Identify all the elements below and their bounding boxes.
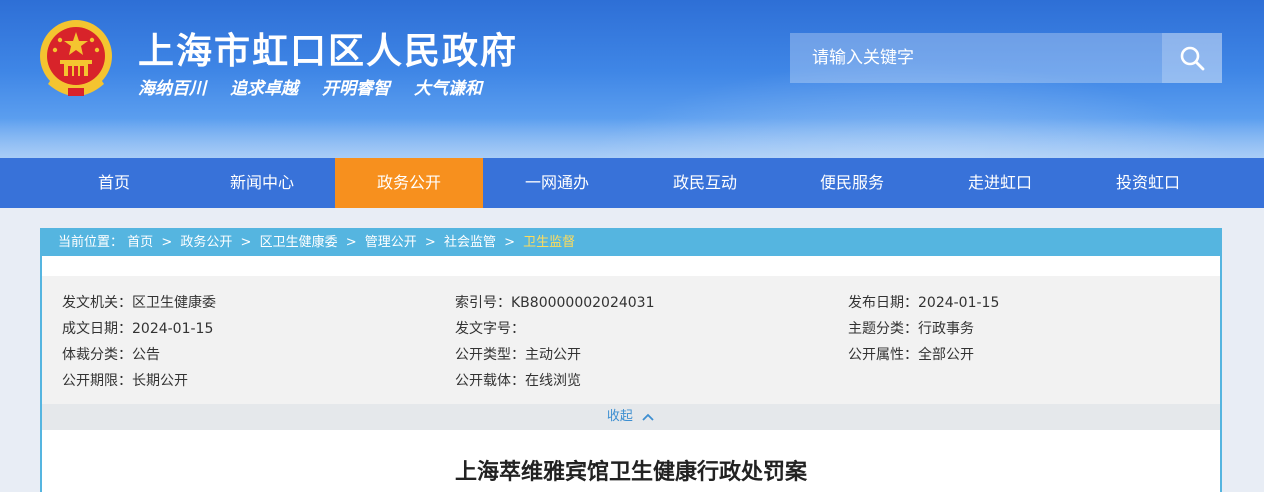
- site-title: 上海市虹口区人民政府: [138, 31, 519, 72]
- breadcrumb-prefix: 当前位置：: [58, 235, 124, 250]
- national-emblem-icon: [40, 20, 112, 96]
- meta-document-number: 发文字号：: [455, 321, 525, 337]
- search-button[interactable]: [1162, 33, 1222, 83]
- breadcrumb-link[interactable]: 管理公开: [365, 235, 417, 250]
- breadcrumb-link[interactable]: 政务公开: [180, 235, 232, 250]
- nav-item-gov-affairs[interactable]: 政务公开: [335, 158, 483, 208]
- slogan-phrase: 大气谦和: [414, 79, 482, 99]
- breadcrumb-current[interactable]: 卫生监督: [523, 235, 575, 250]
- nav-item-one-stop[interactable]: 一网通办: [483, 158, 631, 208]
- breadcrumb-separator: >: [424, 235, 436, 250]
- content-panel: 当前位置： 首页 > 政务公开 > 区卫生健康委 > 管理公开 > 社会监管 >…: [40, 228, 1222, 492]
- chevron-up-icon: [642, 413, 654, 421]
- meta-disclosure-period: 公开期限：长期公开: [62, 373, 188, 389]
- breadcrumb-separator: >: [240, 235, 252, 250]
- document-title: 上海萃维雅宾馆卫生健康行政处罚案: [454, 459, 807, 485]
- meta-index-number: 索引号：KB80000002024031: [455, 295, 655, 311]
- slogan-phrase: 海纳百川: [138, 79, 206, 99]
- slogan-phrase: 开明睿智: [322, 79, 390, 99]
- meta-disclosure-type: 公开类型：主动公开: [455, 347, 581, 363]
- document-metadata: 发文机关：区卫生健康委 索引号：KB80000002024031 发布日期：20…: [42, 276, 1220, 404]
- meta-disclosure-medium: 公开载体：在线浏览: [455, 373, 581, 389]
- nav-item-interaction[interactable]: 政民互动: [631, 158, 779, 208]
- search-icon: [1180, 46, 1205, 71]
- breadcrumb-link[interactable]: 区卫生健康委: [260, 235, 338, 250]
- meta-written-date: 成文日期：2024-01-15: [62, 321, 214, 337]
- nav-item-home[interactable]: 首页: [40, 158, 188, 208]
- meta-issuing-authority: 发文机关：区卫生健康委: [62, 295, 216, 311]
- breadcrumb: 当前位置： 首页 > 政务公开 > 区卫生健康委 > 管理公开 > 社会监管 >…: [42, 230, 1220, 256]
- slogan-phrase: 追求卓越: [230, 79, 298, 99]
- breadcrumb-separator: >: [504, 235, 516, 250]
- breadcrumb-separator: >: [161, 235, 173, 250]
- site-slogan: 海纳百川 追求卓越 开明睿智 大气谦和: [138, 74, 506, 99]
- site-header: 上海市虹口区人民政府 海纳百川 追求卓越 开明睿智 大气谦和: [0, 0, 1264, 158]
- meta-disclosure-attribute: 公开属性：全部公开: [848, 347, 974, 363]
- breadcrumb-link[interactable]: 社会监管: [444, 235, 496, 250]
- nav-item-invest[interactable]: 投资虹口: [1074, 158, 1222, 208]
- collapse-toggle[interactable]: 收起: [42, 404, 1220, 430]
- meta-topic: 主题分类：行政事务: [848, 321, 974, 337]
- meta-publish-date: 发布日期：2024-01-15: [848, 295, 1000, 311]
- collapse-label: 收起: [606, 409, 633, 424]
- nav-item-about[interactable]: 走进虹口: [926, 158, 1074, 208]
- nav-item-services[interactable]: 便民服务: [778, 158, 926, 208]
- breadcrumb-separator: >: [345, 235, 357, 250]
- main-nav: 首页 新闻中心 政务公开 一网通办 政民互动 便民服务 走进虹口 投资虹口: [0, 158, 1264, 208]
- breadcrumb-link[interactable]: 首页: [127, 235, 153, 250]
- meta-genre: 体裁分类：公告: [62, 347, 160, 363]
- nav-item-news[interactable]: 新闻中心: [188, 158, 336, 208]
- search-input[interactable]: [790, 33, 1162, 83]
- search-box: [790, 33, 1222, 83]
